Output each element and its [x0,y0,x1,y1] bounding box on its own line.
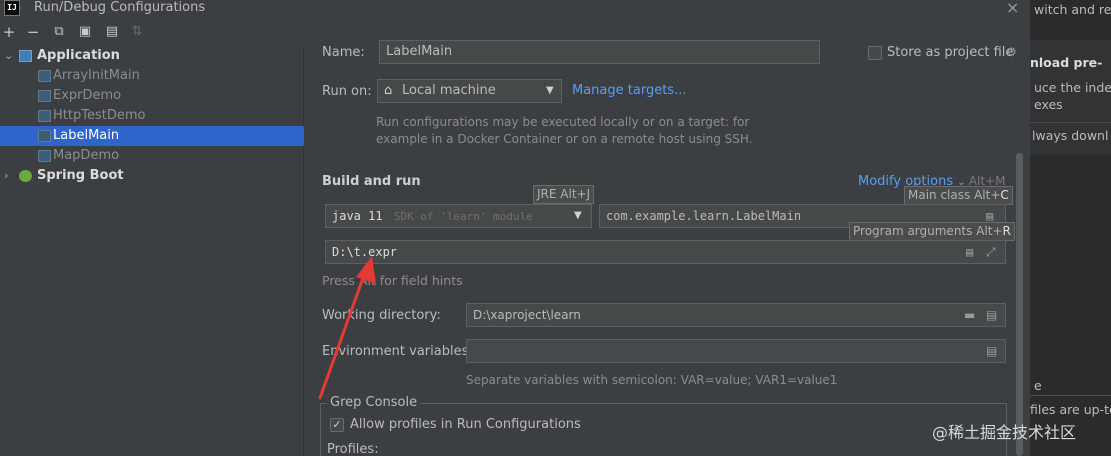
background-text: lways downl [1032,128,1109,143]
run-on-hint-2: example in a Docker Container or on a re… [376,132,753,146]
environment-variables-hint: Separate variables with semicolon: VAR=v… [466,373,838,387]
chevron-right-icon[interactable]: › [4,166,8,186]
list-icon[interactable]: ▤ [966,241,973,263]
chevron-down-icon[interactable]: ⌄ [4,46,13,66]
store-project-label[interactable]: Store as project file [887,45,1013,60]
build-and-run-heading: Build and run [322,174,421,189]
dropdown-arrow-icon: ▼ [574,210,582,221]
application-icon [38,90,51,102]
gear-icon[interactable]: ⚙ [1006,45,1017,59]
folder-icon[interactable]: ▬ [964,304,975,326]
jre-value: java 11 [332,209,383,223]
tree-item-label: ArrayInitMain [53,68,140,83]
background-divider [1030,122,1111,123]
form-scrollbar[interactable] [1016,153,1023,456]
program-args-tooltip: Program arguments Alt+R [849,222,1015,241]
run-on-label: Run on: [322,84,372,99]
background-text: nload pre- [1030,55,1103,70]
window-title: Run/Debug Configurations [34,0,206,15]
copy-icon[interactable]: ⧉ [50,22,68,42]
application-icon [38,150,51,162]
close-icon[interactable]: × [1006,0,1019,17]
program-arguments-field[interactable]: D:\t.expr ▤ ⤢ [325,240,1006,264]
background-panel: nload pre- uce the inde exes lways downl [1030,40,1111,155]
jre-select[interactable]: java 11 SDK of 'learn' module ▼ [325,204,592,228]
tree-item-label: MapDemo [53,148,120,163]
tree-node-label: Spring Boot [37,168,124,183]
add-icon[interactable]: + [0,22,18,42]
working-directory-field[interactable]: D:\xaproject\learn ▬ ▤ [466,303,1006,327]
main-class-tooltip-key: C [1000,188,1009,202]
save-icon[interactable]: ▣ [76,22,94,42]
tree-node-application[interactable]: ⌄ Application [0,46,304,66]
tree-item-httptestdemo[interactable]: HttpTestDemo [0,106,304,126]
name-field[interactable]: LabelMain [379,40,820,64]
sort-icon[interactable]: ⇅ [128,22,146,42]
tree-node-spring-boot[interactable]: › Spring Boot [0,166,304,186]
remove-icon[interactable]: − [24,22,42,42]
background-text: uce the inde [1034,80,1111,95]
run-on-value: Local machine [402,83,496,98]
tree-item-label: LabelMain [53,128,120,143]
tree-item-labelmain[interactable]: LabelMain [0,126,304,146]
jre-tooltip: JRE Alt+J [533,185,595,204]
allow-profiles-checkbox[interactable]: ✓ [330,418,344,432]
list-icon[interactable]: ▤ [986,304,997,326]
working-directory-label: Working directory: [322,308,441,323]
home-icon: ⌂ [384,83,393,98]
spring-boot-icon [19,170,32,182]
background-text: exes [1034,97,1063,112]
program-args-value: D:\t.expr [332,245,398,259]
environment-variables-field[interactable]: ▤ [466,339,1006,363]
grep-console-title: Grep Console [327,395,421,410]
profiles-label: Profiles: [327,442,379,456]
tree-item-label: ExprDemo [53,88,122,103]
tree-item-label: HttpTestDemo [53,108,146,123]
background-divider [1030,395,1111,396]
expand-icon[interactable]: ⤢ [986,241,996,263]
main-class-value: com.example.learn.LabelMain [606,209,802,223]
application-icon [38,130,51,142]
title-bar: IJ Run/Debug Configurations × [0,0,1030,18]
name-label: Name: [322,45,365,60]
run-on-hint-1: Run configurations may be executed local… [376,115,750,129]
list-icon[interactable]: ▤ [986,340,997,362]
tree-node-label: Application [37,48,120,63]
config-form: Name: LabelMain Store as project file ⚙ … [305,18,1030,456]
main-class-tooltip-text: Main class Alt+ [908,188,1001,202]
config-toolbar: + − ⧉ ▣ ▤ ⇅ [0,22,304,44]
program-args-tooltip-text: Program arguments Alt+ [853,224,1003,238]
tree-item-mapdemo[interactable]: MapDemo [0,146,304,166]
run-on-select[interactable]: ⌂ Local machine ▼ [377,79,562,103]
folder-icon[interactable]: ▤ [103,22,121,42]
background-text: e [1034,378,1042,393]
program-args-tooltip-key: R [1002,224,1011,238]
environment-variables-label: Environment variables: [322,344,473,359]
application-icon [19,50,32,62]
manage-targets-link[interactable]: Manage targets... [572,83,686,98]
application-icon [38,70,51,82]
background-text: witch and re [1034,2,1111,17]
store-project-checkbox[interactable] [868,46,882,60]
config-tree: ⌄ Application ArrayInitMain ExprDemo Htt… [0,46,304,456]
application-icon [38,110,51,122]
background-text: files are up-to [1030,402,1111,417]
allow-profiles-label[interactable]: Allow profiles in Run Configurations [350,417,581,432]
background-window: witch and re nload pre- uce the inde exe… [1030,0,1111,456]
watermark: @稀土掘金技术社区 [932,423,1077,442]
field-hints-text: Press Alt for field hints [322,273,463,288]
tree-item-exprdemo[interactable]: ExprDemo [0,86,304,106]
main-class-tooltip: Main class Alt+C [904,186,1013,205]
dropdown-arrow-icon: ▼ [546,85,554,96]
jre-hint: SDK of 'learn' module [393,210,533,223]
tree-item-arrayinitmain[interactable]: ArrayInitMain [0,66,304,86]
intellij-app-icon: IJ [4,0,20,16]
working-directory-value: D:\xaproject\learn [473,308,581,322]
